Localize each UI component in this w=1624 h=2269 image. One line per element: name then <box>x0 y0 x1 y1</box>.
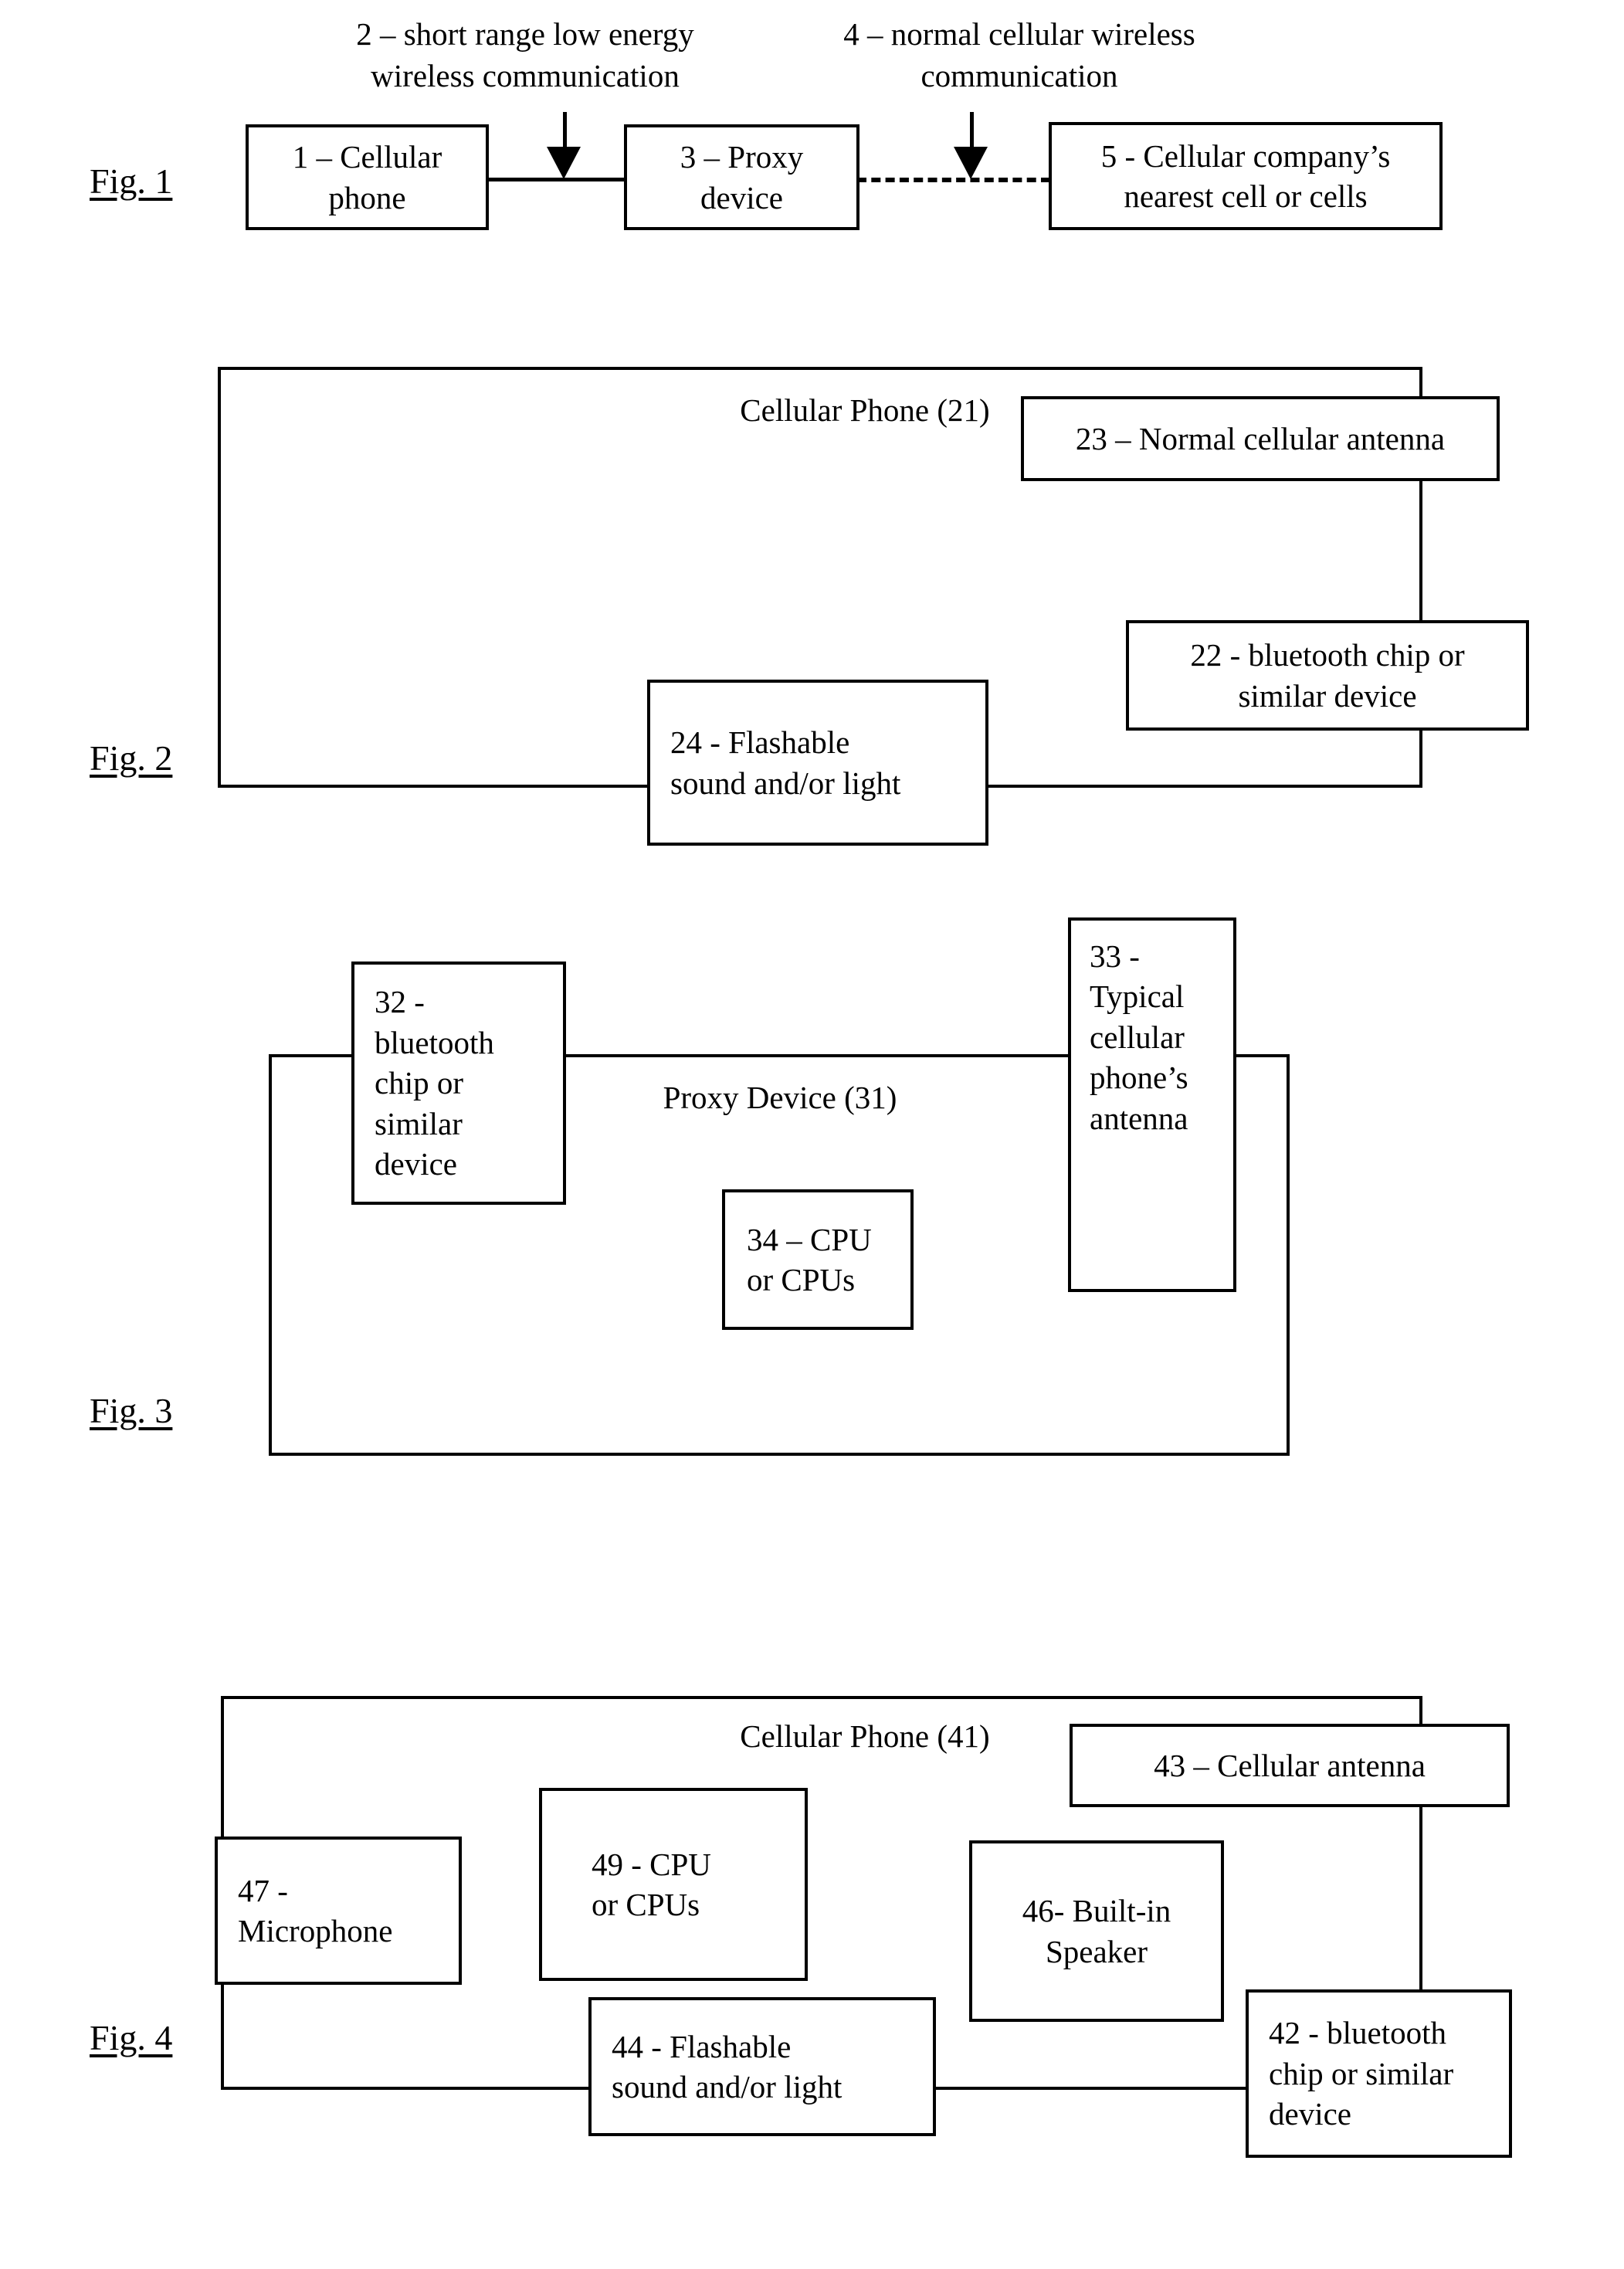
fig4-box-46-line-2: Speaker <box>1045 1933 1148 1969</box>
fig2-box-24-line-2: sound and/or light <box>670 765 901 801</box>
patent-figure-sheet: Fig. 1 2 – short range low energy wirele… <box>0 0 1624 2269</box>
fig4-box-49-line-1: 49 - CPU <box>592 1846 711 1882</box>
fig4-box-46-line-1: 46- Built-in <box>1022 1893 1171 1929</box>
figure-2-label: Fig. 2 <box>90 738 173 778</box>
fig3-box-typical-cellular-antenna: 33 - Typical cellular phone’s antenna <box>1068 917 1236 1292</box>
fig2-box-bluetooth-chip: 22 - bluetooth chip or similar device <box>1126 620 1529 731</box>
fig3-box-32-line-1: 32 - <box>375 984 425 1020</box>
fig1-box-5-line-1: 5 - Cellular company’s <box>1100 137 1391 174</box>
fig4-box-microphone: 47 - Microphone <box>215 1837 462 1985</box>
figure-4-label: Fig. 4 <box>90 2018 173 2057</box>
fig4-box-flashable-sound-light: 44 - Flashable sound and/or light <box>588 1997 936 2136</box>
fig1-box-1-line-1: 1 – Cellular <box>292 139 442 175</box>
fig3-box-32-line-3: chip or <box>375 1065 463 1101</box>
fig2-box-23-line-1: 23 – Normal cellular antenna <box>1075 420 1446 456</box>
fig4-container-label: Cellular Phone (41) <box>740 1718 990 1754</box>
fig3-box-33-line-3: cellular <box>1090 1019 1185 1055</box>
fig2-container-label: Cellular Phone (21) <box>740 392 990 428</box>
fig4-box-cellular-antenna: 43 – Cellular antenna <box>1070 1724 1510 1807</box>
fig4-box-42-line-3: device <box>1269 2096 1351 2132</box>
fig1-box-3-line-1: 3 – Proxy <box>680 139 804 175</box>
fig3-box-33-line-4: phone’s <box>1090 1060 1188 1096</box>
fig1-box-cellular-company-cells: 5 - Cellular company’s nearest cell or c… <box>1049 122 1443 230</box>
fig3-box-32-line-5: device <box>375 1146 457 1182</box>
arrow-2-head-icon <box>547 147 581 179</box>
annotation-4-line-2: communication <box>920 58 1118 93</box>
fig4-box-44-line-2: sound and/or light <box>612 2069 843 2105</box>
fig3-box-33-line-2: Typical <box>1090 978 1185 1015</box>
fig1-box-proxy-device: 3 – Proxy device <box>624 124 859 230</box>
fig4-box-44-line-1: 44 - Flashable <box>612 2028 792 2064</box>
fig3-box-33-line-5: antenna <box>1090 1100 1188 1136</box>
fig3-box-34-line-1: 34 – CPU <box>747 1221 872 1257</box>
fig1-box-cellular-phone: 1 – Cellular phone <box>246 124 489 230</box>
annotation-4-line-1: 4 – normal cellular wireless <box>843 16 1195 52</box>
annotation-2-line-2: wireless communication <box>371 58 680 93</box>
fig4-box-47-line-1: 47 - <box>238 1872 288 1908</box>
fig3-box-33-line-1: 33 - <box>1090 938 1140 974</box>
fig1-box-5-line-2: nearest cell or cells <box>1124 178 1368 214</box>
fig2-box-22-line-1: 22 - bluetooth chip or <box>1190 637 1465 673</box>
fig4-box-built-in-speaker: 46- Built-in Speaker <box>969 1840 1224 2022</box>
figure-1-label: Fig. 1 <box>90 161 173 201</box>
fig1-box-1-line-2: phone <box>328 179 406 215</box>
annotation-2-line-1: 2 – short range low energy <box>356 16 694 52</box>
fig2-box-flashable-sound-light: 24 - Flashable sound and/or light <box>647 680 988 846</box>
fig4-box-cpu: 49 - CPU or CPUs <box>539 1788 808 1981</box>
fig4-box-42-line-2: chip or similar <box>1269 2055 1454 2091</box>
fig1-box-3-line-2: device <box>700 179 783 215</box>
fig4-box-bluetooth-chip: 42 - bluetooth chip or similar device <box>1246 1989 1512 2158</box>
figure-3-label: Fig. 3 <box>90 1391 173 1430</box>
fig3-box-32-line-4: similar <box>375 1105 463 1141</box>
fig3-box-32-line-2: bluetooth <box>375 1024 494 1060</box>
fig4-box-42-line-1: 42 - bluetooth <box>1269 2015 1447 2051</box>
fig3-box-cpu: 34 – CPU or CPUs <box>722 1189 914 1330</box>
arrow-4-head-icon <box>954 147 988 179</box>
fig2-box-normal-cellular-antenna: 23 – Normal cellular antenna <box>1021 396 1500 481</box>
fig2-box-24-line-1: 24 - Flashable <box>670 724 850 761</box>
fig3-container-label: Proxy Device (31) <box>663 1080 897 1115</box>
fig4-box-47-line-2: Microphone <box>238 1913 393 1948</box>
fig4-box-43-line-1: 43 – Cellular antenna <box>1154 1747 1426 1783</box>
fig3-box-34-line-2: or CPUs <box>747 1262 856 1297</box>
fig3-box-bluetooth-chip: 32 - bluetooth chip or similar device <box>351 962 566 1205</box>
fig2-box-22-line-2: similar device <box>1238 677 1417 714</box>
fig4-box-49-line-2: or CPUs <box>592 1887 700 1922</box>
